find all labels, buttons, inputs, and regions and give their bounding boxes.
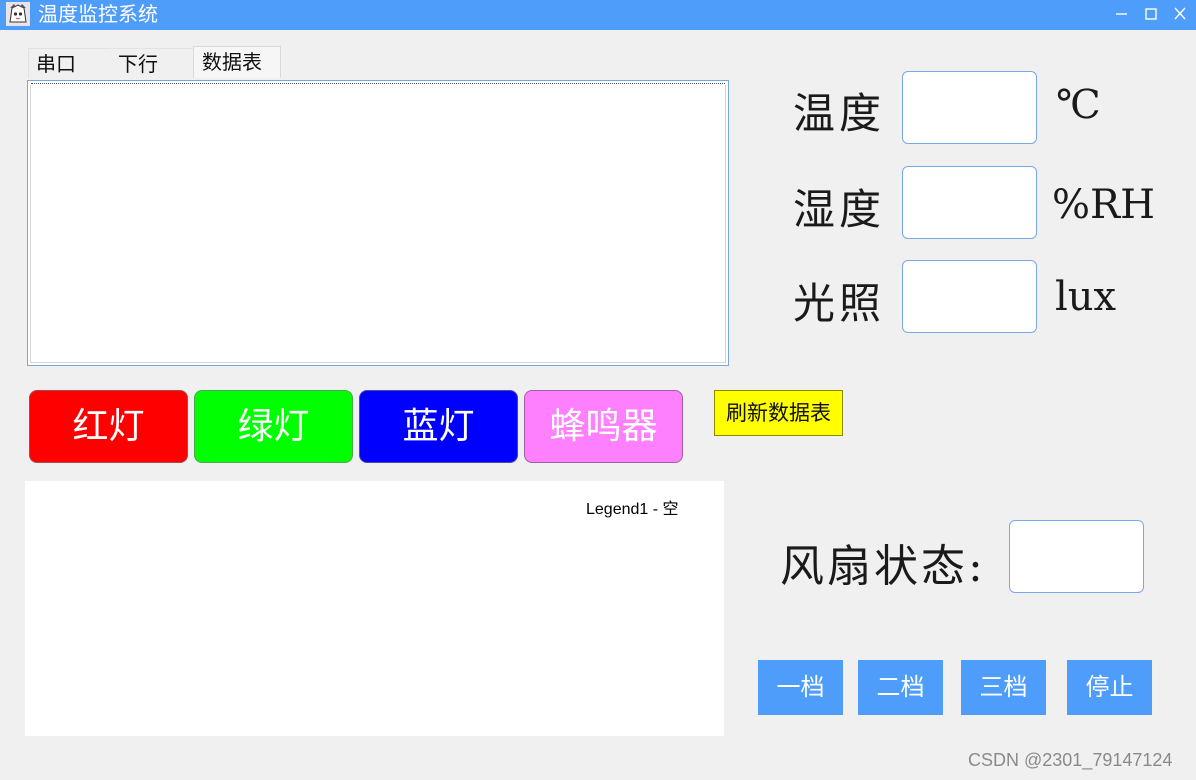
minimize-icon[interactable] [1112, 5, 1132, 23]
humidity-unit: %RH [1052, 182, 1156, 228]
blue-light-button[interactable]: 蓝灯 [359, 390, 518, 463]
light-unit: lux [1055, 274, 1117, 320]
window-title: 温度监控系统 [38, 2, 158, 26]
maximize-icon[interactable] [1141, 5, 1161, 23]
temperature-label: 温度 [793, 89, 886, 138]
data-table-panel[interactable] [27, 80, 729, 366]
buzzer-button[interactable]: 蜂鸣器 [524, 390, 683, 463]
refresh-table-button[interactable]: 刷新数据表 [714, 390, 843, 436]
fan-speed-1-button[interactable]: 一档 [758, 660, 843, 715]
tab-serial[interactable]: 串口 [28, 48, 110, 78]
data-grid[interactable] [30, 85, 726, 363]
fan-speed-2-button[interactable]: 二档 [858, 660, 943, 715]
close-icon[interactable] [1170, 5, 1190, 23]
light-field[interactable] [902, 260, 1037, 333]
fan-speed-3-button[interactable]: 三档 [961, 660, 1046, 715]
chart-area[interactable]: Legend1 - 空 [25, 481, 724, 736]
chart-legend: Legend1 - 空 [586, 501, 679, 518]
tab-downlink[interactable]: 下行 [111, 48, 193, 78]
light-label: 光照 [793, 279, 886, 328]
temperature-unit: ℃ [1056, 82, 1101, 128]
title-bar: 温度监控系统 [0, 0, 1196, 30]
app-icon [6, 2, 30, 26]
watermark: CSDN @2301_79147124 [968, 750, 1173, 770]
fan-stop-button[interactable]: 停止 [1067, 660, 1152, 715]
tab-data-table[interactable]: 数据表 [193, 46, 281, 78]
humidity-field[interactable] [902, 166, 1037, 239]
red-light-button[interactable]: 红灯 [29, 390, 188, 463]
humidity-label: 湿度 [793, 185, 886, 234]
fan-status-field[interactable] [1009, 520, 1144, 593]
focus-indicator [31, 83, 725, 84]
temperature-field[interactable] [902, 71, 1037, 144]
green-light-button[interactable]: 绿灯 [194, 390, 353, 463]
fan-status-label: 风扇状态: [780, 541, 986, 592]
